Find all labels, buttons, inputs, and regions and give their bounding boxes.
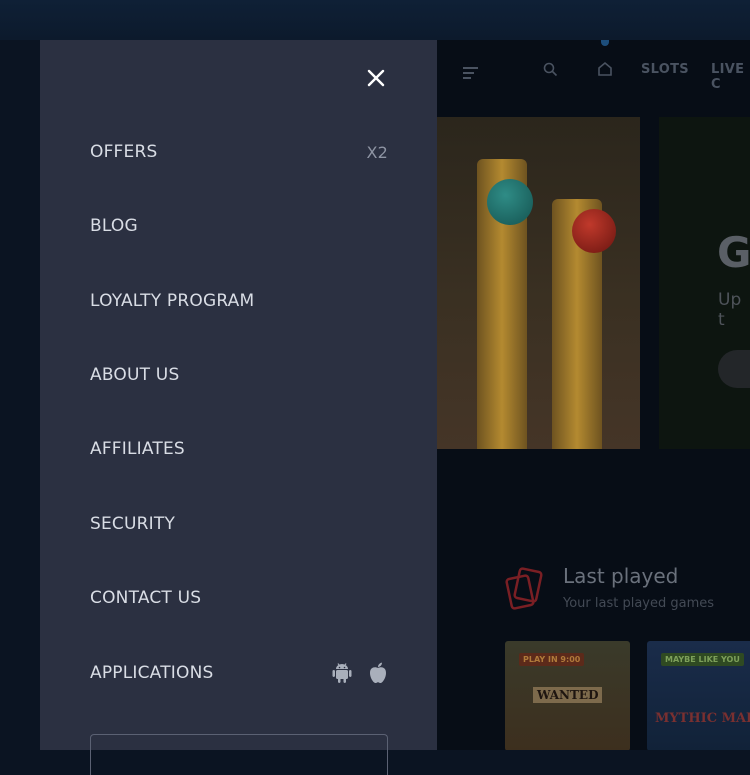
nav-slots[interactable]: SLOTS bbox=[641, 62, 689, 77]
hero-banner-image[interactable] bbox=[437, 117, 640, 449]
menu-item-label: OFFERS bbox=[90, 142, 158, 162]
nav-indicator bbox=[601, 40, 609, 46]
menu-item-label: SECURITY bbox=[90, 514, 176, 534]
hero-subline: Up t bbox=[718, 290, 742, 330]
menu-item-blog[interactable]: BLOG bbox=[90, 211, 388, 241]
hero-headline: G bbox=[717, 228, 750, 277]
menu-item-label: ABOUT US bbox=[90, 365, 180, 385]
game-card-tag: PLAY IN 9:00 bbox=[519, 653, 585, 666]
menu-item-label: BLOG bbox=[90, 216, 138, 236]
side-menu: OFFERS X2 BLOG LOYALTY PROGRAM ABOUT US … bbox=[40, 40, 437, 775]
menu-item-contact-us[interactable]: CONTACT US bbox=[90, 583, 388, 613]
top-bar bbox=[0, 0, 750, 40]
hero-banner-secondary[interactable] bbox=[659, 117, 750, 449]
home-icon[interactable] bbox=[597, 61, 613, 81]
menu-item-offers[interactable]: OFFERS X2 bbox=[90, 137, 388, 167]
game-card-tag: MAYBE LIKE YOU bbox=[661, 653, 744, 666]
last-played-subtitle: Your last played games bbox=[563, 596, 715, 611]
menu-item-security[interactable]: SECURITY bbox=[90, 509, 388, 539]
hamburger-icon[interactable] bbox=[463, 64, 479, 83]
menu-item-affiliates[interactable]: AFFILIATES bbox=[90, 434, 388, 464]
offers-badge: X2 bbox=[366, 142, 388, 162]
menu-item-about-us[interactable]: ABOUT US bbox=[90, 360, 388, 390]
language-select[interactable] bbox=[90, 734, 388, 775]
nav-live-casino[interactable]: LIVE C bbox=[711, 62, 750, 92]
android-icon[interactable] bbox=[332, 662, 352, 684]
game-card[interactable]: MAYBE LIKE YOU MYTHIC MAIDEN bbox=[647, 641, 750, 750]
close-menu-button[interactable] bbox=[364, 66, 388, 90]
game-card[interactable]: PLAY IN 9:00 WANTED bbox=[505, 641, 630, 750]
background-page: SLOTS LIVE C G Up t Last played Your las… bbox=[437, 40, 750, 750]
close-icon bbox=[367, 69, 385, 87]
apple-icon[interactable] bbox=[368, 662, 388, 684]
cards-icon bbox=[505, 567, 547, 613]
menu-item-label: CONTACT US bbox=[90, 588, 202, 608]
menu-item-label: AFFILIATES bbox=[90, 439, 185, 459]
menu-item-label: APPLICATIONS bbox=[90, 663, 214, 683]
game-card-title: MYTHIC MAIDEN bbox=[655, 711, 750, 726]
menu-item-loyalty-program[interactable]: LOYALTY PROGRAM bbox=[90, 286, 388, 316]
menu-item-applications[interactable]: APPLICATIONS bbox=[90, 658, 388, 688]
hero-cta-button[interactable] bbox=[718, 350, 750, 388]
menu-item-label: LOYALTY PROGRAM bbox=[90, 291, 255, 311]
search-icon[interactable] bbox=[543, 62, 558, 81]
game-card-title: WANTED bbox=[533, 687, 603, 703]
last-played-title: Last played bbox=[563, 564, 679, 588]
